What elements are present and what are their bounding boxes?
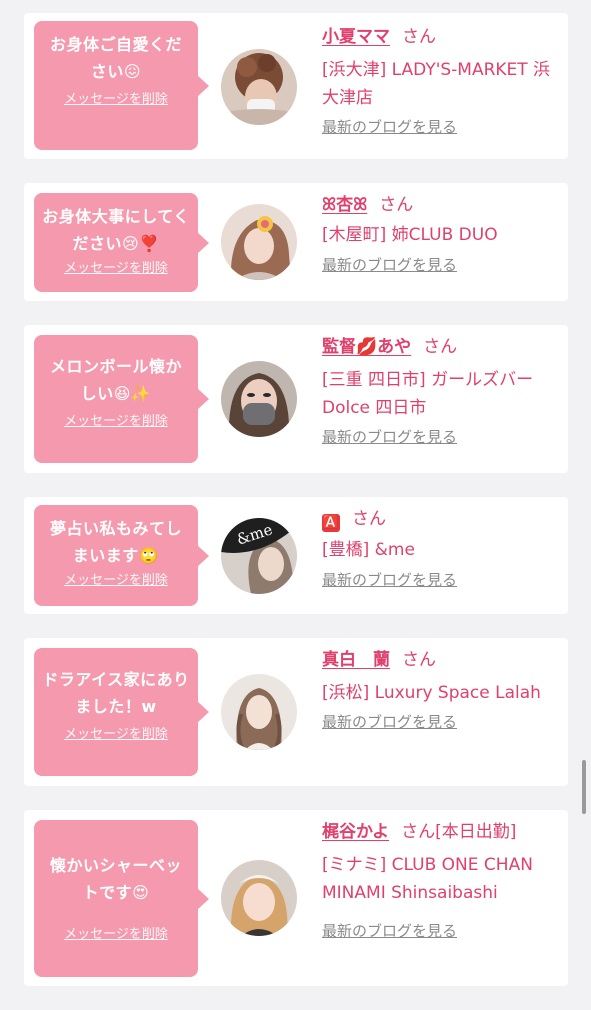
avatar[interactable] <box>221 49 297 125</box>
message-bubble: 夢占い私もみてしまいます🙄 メッセージを削除 <box>34 505 209 606</box>
sender-name-link[interactable]: 梶谷かよ <box>322 822 389 842</box>
message-text: お身体ご自愛ください😖 <box>49 35 182 81</box>
blog-link[interactable]: 最新のブログを見る <box>322 921 457 941</box>
shop-name: [木屋町] 姉CLUB DUO <box>322 225 498 245</box>
message-text: お身体大事にしてください😢❣️ <box>42 207 190 253</box>
message-bubble: ドラアイス家にありました！w メッセージを削除 <box>34 648 209 776</box>
message-card: 夢占い私もみてしまいます🙄 メッセージを削除 &me 🅰️ さん [豊橋] &me… <box>24 497 568 614</box>
blog-link[interactable]: 最新のブログを見る <box>322 117 457 137</box>
sender-name-link[interactable]: 🅰️ <box>322 509 340 532</box>
avatar[interactable] <box>221 361 297 437</box>
sender-name-link[interactable]: 小夏ママ <box>322 27 390 47</box>
sender-info: 🅰️ さん [豊橋] &me 最新のブログを見る <box>322 507 558 590</box>
delete-message-link[interactable]: メッセージを削除 <box>64 260 168 278</box>
honorific: さん <box>402 27 436 47</box>
message-card: メロンボール懐かしい😆✨ メッセージを削除 監督💋あや さん [三重 四日市] ガ… <box>24 325 568 473</box>
honorific: さん[本日出勤] <box>401 822 517 842</box>
delete-message-link[interactable]: メッセージを削除 <box>64 726 168 744</box>
message-bubble: メロンボール懐かしい😆✨ メッセージを削除 <box>34 335 209 463</box>
shop-name: [浜松] Luxury Space Lalah <box>322 683 541 703</box>
message-card: お身体ご自愛ください😖 メッセージを削除 小夏ママ さん [浜大津] LADY'S… <box>24 13 568 159</box>
avatar[interactable] <box>221 860 297 936</box>
shop-name: [浜大津] LADY'S-MARKET 浜大津店 <box>322 60 551 108</box>
message-text: メロンボール懐かしい😆✨ <box>49 357 182 403</box>
message-text: 夢占い私もみてしまいます🙄 <box>49 519 182 565</box>
scrollbar[interactable] <box>582 760 586 814</box>
message-bubble: お身体ご自愛ください😖 メッセージを削除 <box>34 21 209 150</box>
blog-link[interactable]: 最新のブログを見る <box>322 427 457 447</box>
shop-name: [豊橋] &me <box>322 540 415 560</box>
sender-info: 監督💋あや さん [三重 四日市] ガールズバー Dolce 四日市 最新のブログ… <box>322 335 558 447</box>
delete-message-link[interactable]: メッセージを削除 <box>64 91 168 109</box>
name-emoji-a: 🅰️ <box>322 514 340 532</box>
sender-name-link[interactable]: 真白 蘭 <box>322 650 390 670</box>
shop-name: [三重 四日市] ガールズバー Dolce 四日市 <box>322 370 534 418</box>
sender-info: 真白 蘭さん [浜松] Luxury Space Lalah 最新のブログを見る <box>322 648 558 732</box>
blog-link[interactable]: 最新のブログを見る <box>322 570 457 590</box>
message-bubble: お身体大事にしてください😢❣️ メッセージを削除 <box>34 193 209 292</box>
honorific: さん <box>423 337 458 357</box>
sender-info: ꕤ杏ꕤ さん [木屋町] 姉CLUB DUO 最新のブログを見る <box>322 193 558 275</box>
avatar[interactable]: &me <box>221 518 297 594</box>
delete-message-link[interactable]: メッセージを削除 <box>64 413 168 431</box>
honorific: さん <box>379 195 414 215</box>
message-text: 懐かいシャーベットです😍 <box>49 856 182 902</box>
blog-link[interactable]: 最新のブログを見る <box>322 712 457 732</box>
avatar[interactable] <box>221 674 297 750</box>
message-card: ドラアイス家にありました！w メッセージを削除 真白 蘭さん [浜松] Luxu… <box>24 638 568 786</box>
message-card: 懐かいシャーベットです😍 メッセージを削除 梶谷かよ さん[本日出勤] [ミナミ]… <box>24 810 568 986</box>
sender-info: 小夏ママ さん [浜大津] LADY'S-MARKET 浜大津店 最新のブログを見… <box>322 25 558 137</box>
delete-message-link[interactable]: メッセージを削除 <box>64 926 168 944</box>
honorific: さん <box>402 650 436 670</box>
avatar[interactable] <box>221 204 297 280</box>
message-bubble: 懐かいシャーベットです😍 メッセージを削除 <box>34 820 209 977</box>
honorific: さん <box>352 509 386 529</box>
sender-info: 梶谷かよ さん[本日出勤] [ミナミ] CLUB ONE CHAN MINAMI … <box>322 820 558 941</box>
sender-name-link[interactable]: 監督💋あや <box>322 337 411 357</box>
shop-name: [ミナミ] CLUB ONE CHAN MINAMI Shinsaibashi <box>322 855 533 903</box>
message-text: ドラアイス家にありました！w <box>42 670 190 716</box>
message-card: お身体大事にしてください😢❣️ メッセージを削除 ꕤ杏ꕤ さん [木屋町] 姉CL… <box>24 183 568 301</box>
delete-message-link[interactable]: メッセージを削除 <box>64 572 168 590</box>
sender-name-link[interactable]: ꕤ杏ꕤ <box>322 195 367 215</box>
message-list: お身体ご自愛ください😖 メッセージを削除 小夏ママ さん [浜大津] LADY'S… <box>24 13 568 1010</box>
blog-link[interactable]: 最新のブログを見る <box>322 255 457 275</box>
